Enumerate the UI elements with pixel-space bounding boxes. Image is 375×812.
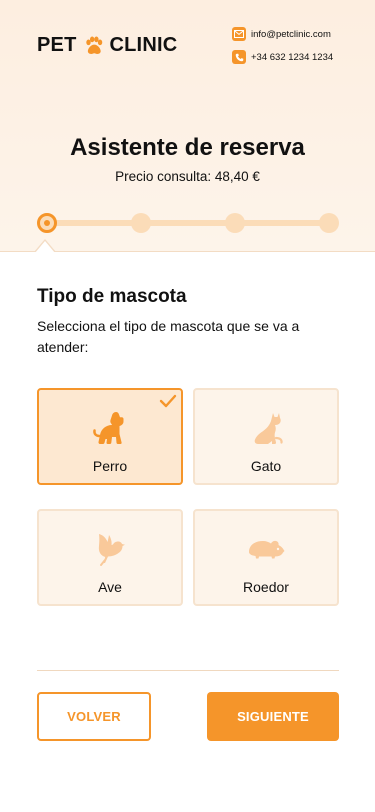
rodent-icon [245, 527, 287, 571]
step-track [47, 220, 329, 226]
step-3-indicator[interactable] [225, 213, 245, 233]
pet-option-rodent[interactable]: Roedor [193, 509, 339, 606]
step-progress [37, 212, 339, 234]
contact-email[interactable]: info@petclinic.com [232, 27, 331, 41]
contact-phone[interactable]: +34 632 1234 1234 [232, 50, 333, 64]
contact-phone-text: +34 632 1234 1234 [251, 51, 334, 63]
checkmark-icon [159, 394, 177, 413]
section-title: Tipo de mascota [37, 286, 187, 307]
step-2-indicator[interactable] [131, 213, 151, 233]
pet-option-bird[interactable]: Ave [37, 509, 183, 606]
cat-icon [246, 406, 286, 450]
mail-icon [232, 27, 246, 41]
step-pointer-inner [35, 240, 55, 253]
header-divider [0, 251, 375, 252]
pet-option-label: Ave [98, 579, 122, 595]
section-description: Selecciona el tipo de mascota que se va … [37, 318, 300, 355]
pet-option-cat[interactable]: Gato [193, 388, 339, 485]
paw-icon [83, 35, 105, 57]
brand-name-right: CLINIC [109, 34, 178, 56]
dog-icon [90, 406, 130, 450]
next-button[interactable]: SIGUIENTE [207, 692, 339, 741]
step-1-indicator[interactable] [37, 213, 57, 233]
pet-option-dog[interactable]: Perro [37, 388, 183, 485]
step-4-indicator[interactable] [319, 213, 339, 233]
bird-icon [90, 527, 130, 571]
brand-name-left: PET [37, 34, 77, 56]
page-title: Asistente de reserva [70, 134, 305, 161]
pet-option-label: Gato [250, 458, 282, 474]
pet-option-label: Roedor [243, 579, 289, 595]
phone-icon [232, 50, 246, 64]
consultation-price: Precio consulta: 48,40 € [115, 169, 260, 184]
footer-divider [37, 670, 339, 671]
contact-email-text: info@petclinic.com [251, 28, 331, 40]
pet-option-label: Perro [92, 458, 128, 474]
brand-logo[interactable]: PET CLINIC [37, 34, 177, 57]
back-button[interactable]: VOLVER [37, 692, 151, 741]
